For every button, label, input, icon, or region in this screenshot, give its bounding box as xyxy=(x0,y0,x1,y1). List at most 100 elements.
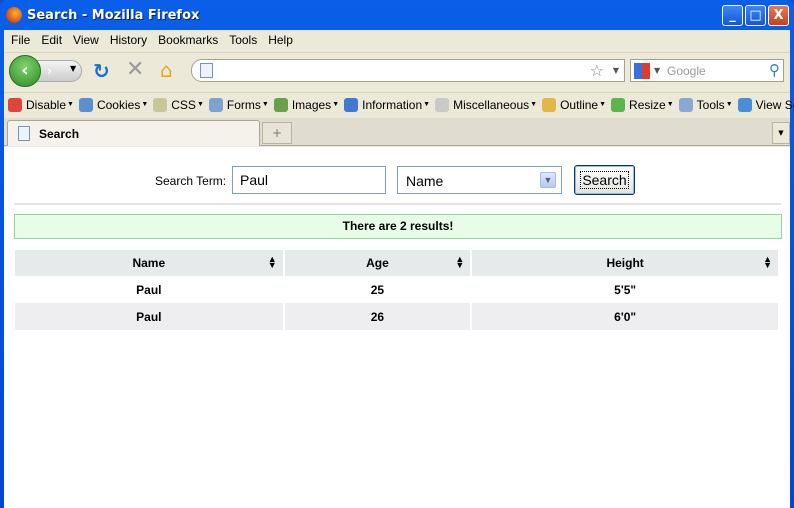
addon-css-menu[interactable]: CSS ▼ xyxy=(153,97,204,112)
addon-images-menu[interactable]: Images ▼ xyxy=(273,97,339,112)
menu-bookmarks[interactable]: Bookmarks xyxy=(155,33,226,47)
page-content: Search Term: Name ▼ Search There are 2 r… xyxy=(4,147,790,508)
menu-tools[interactable]: Tools xyxy=(226,33,265,47)
chevron-down-icon[interactable]: ▼ xyxy=(540,172,556,188)
addon-label: Forms xyxy=(226,97,261,112)
menu-history[interactable]: History xyxy=(107,33,155,47)
menu-bar: File Edit View History Bookmarks Tools H… xyxy=(4,30,790,50)
header-label: Name xyxy=(132,256,166,270)
sort-icon[interactable]: ▲ ▼ xyxy=(268,255,277,270)
dropdown-arrow-icon: ▼ xyxy=(666,101,674,108)
results-table: Name ▲ ▼ Age ▲ ▼ Height ▲ ▼ Paul 25 5'5" Paul … xyxy=(13,250,780,330)
addon-label: Images xyxy=(291,97,332,112)
close-button[interactable]: X xyxy=(768,5,789,26)
view-source-icon xyxy=(737,97,752,112)
dropdown-arrow-icon: ▼ xyxy=(423,101,431,108)
information-icon xyxy=(344,97,359,112)
tab-list-dropdown-icon[interactable]: ▼ xyxy=(772,122,790,144)
divider xyxy=(14,203,781,205)
menu-view[interactable]: View xyxy=(70,33,107,47)
sort-icon[interactable]: ▲ ▼ xyxy=(455,255,464,270)
dropdown-arrow-icon: ▼ xyxy=(261,101,269,108)
maximize-button[interactable]: □ xyxy=(745,5,766,26)
addon-label: Cookies xyxy=(96,97,141,112)
addon-label: Resize xyxy=(629,97,666,112)
images-icon xyxy=(273,97,288,112)
menu-edit[interactable]: Edit xyxy=(38,33,70,47)
firefox-logo-icon xyxy=(6,7,22,23)
search-button[interactable]: Search xyxy=(574,165,635,195)
addon-information-menu[interactable]: Information ▼ xyxy=(344,97,431,112)
selected-field: Name xyxy=(406,173,444,189)
title-bar: Search - Mozilla Firefox _ □ X xyxy=(0,0,794,30)
cell-name: Paul xyxy=(15,276,283,303)
addon-label: Tools xyxy=(696,97,725,112)
google-engine-icon[interactable] xyxy=(634,63,650,79)
cell-height: 6'0" xyxy=(472,303,778,330)
table-row: Paul 25 5'5" xyxy=(15,276,778,303)
engine-dropdown-icon[interactable]: ▼ xyxy=(654,66,660,75)
magnifier-icon[interactable]: ⚲ xyxy=(769,61,780,79)
tab-bar: Search + ▼ xyxy=(4,118,790,146)
miscellaneous-icon xyxy=(435,97,450,112)
header-label: Age xyxy=(366,256,389,270)
tab-search[interactable]: Search xyxy=(7,120,260,146)
home-icon[interactable]: ⌂ xyxy=(160,58,173,82)
addon-forms-menu[interactable]: Forms ▼ xyxy=(208,97,269,112)
page-icon xyxy=(18,126,30,141)
header-label: Height xyxy=(606,256,644,270)
url-dropdown-icon[interactable]: ▼ xyxy=(613,66,619,75)
web-developer-toolbar: Disable ▼ Cookies ▼ CSS ▼ Forms ▼ Images ▼ Informa… xyxy=(4,92,794,116)
column-header-age[interactable]: Age ▲ ▼ xyxy=(284,250,471,276)
search-placeholder[interactable]: Google xyxy=(667,64,706,78)
addon-label: Miscellaneous xyxy=(453,97,530,112)
window-title: Search - Mozilla Firefox xyxy=(27,8,200,23)
addon-label: View Source xyxy=(755,97,794,112)
cell-age: 26 xyxy=(284,303,471,330)
search-form: Search Term: Name ▼ Search xyxy=(4,165,790,195)
history-dropdown-icon[interactable]: ▼ xyxy=(70,64,76,73)
url-bar[interactable]: ☆ ▼ xyxy=(191,59,625,82)
addon-label: Outline xyxy=(560,97,599,112)
search-button-label: Search xyxy=(580,171,629,189)
disable-icon xyxy=(8,97,22,112)
search-field-select[interactable]: Name ▼ xyxy=(397,166,562,194)
back-button[interactable]: ‹ xyxy=(9,55,41,87)
column-header-height[interactable]: Height ▲ ▼ xyxy=(472,250,778,276)
search-term-input[interactable] xyxy=(232,166,386,194)
cell-height: 5'5" xyxy=(472,276,778,303)
dropdown-arrow-icon: ▼ xyxy=(141,101,149,108)
dropdown-arrow-icon: ▼ xyxy=(67,101,74,108)
outline-icon xyxy=(542,97,557,112)
css-icon xyxy=(153,97,168,112)
addon-view-source-menu[interactable]: View Source▼ xyxy=(737,97,794,112)
column-header-name[interactable]: Name ▲ ▼ xyxy=(15,250,283,276)
addon-resize-menu[interactable]: Resize ▼ xyxy=(611,97,674,112)
dropdown-arrow-icon: ▼ xyxy=(530,101,538,108)
cell-name: Paul xyxy=(15,303,283,330)
results-banner: There are 2 results! xyxy=(14,214,782,239)
reload-icon[interactable]: ↻ xyxy=(93,59,110,83)
forms-icon xyxy=(208,97,223,112)
dropdown-arrow-icon: ▼ xyxy=(599,101,607,108)
new-tab-button[interactable]: + xyxy=(262,122,292,144)
sort-icon[interactable]: ▲ ▼ xyxy=(763,255,772,270)
page-icon xyxy=(200,63,213,78)
minimize-button[interactable]: _ xyxy=(722,5,743,26)
web-search-box[interactable]: ▼ Google ⚲ xyxy=(630,59,784,82)
tools-icon xyxy=(678,97,693,112)
stop-icon[interactable]: ✕ xyxy=(126,57,144,82)
resize-icon xyxy=(611,97,626,112)
menu-file[interactable]: File xyxy=(8,33,38,47)
addon-label: Disable xyxy=(26,97,67,112)
menu-help[interactable]: Help xyxy=(265,33,301,47)
bookmark-star-icon[interactable]: ☆ xyxy=(590,61,604,80)
dropdown-arrow-icon: ▼ xyxy=(725,101,733,108)
addon-tools-menu[interactable]: Tools ▼ xyxy=(678,97,733,112)
addon-cookies-menu[interactable]: Cookies ▼ xyxy=(78,97,149,112)
addon-disable-menu[interactable]: Disable ▼ xyxy=(8,97,74,112)
addon-label: Information xyxy=(362,97,423,112)
addon-miscellaneous-menu[interactable]: Miscellaneous ▼ xyxy=(435,97,538,112)
addon-outline-menu[interactable]: Outline ▼ xyxy=(542,97,607,112)
tab-label: Search xyxy=(39,127,80,141)
